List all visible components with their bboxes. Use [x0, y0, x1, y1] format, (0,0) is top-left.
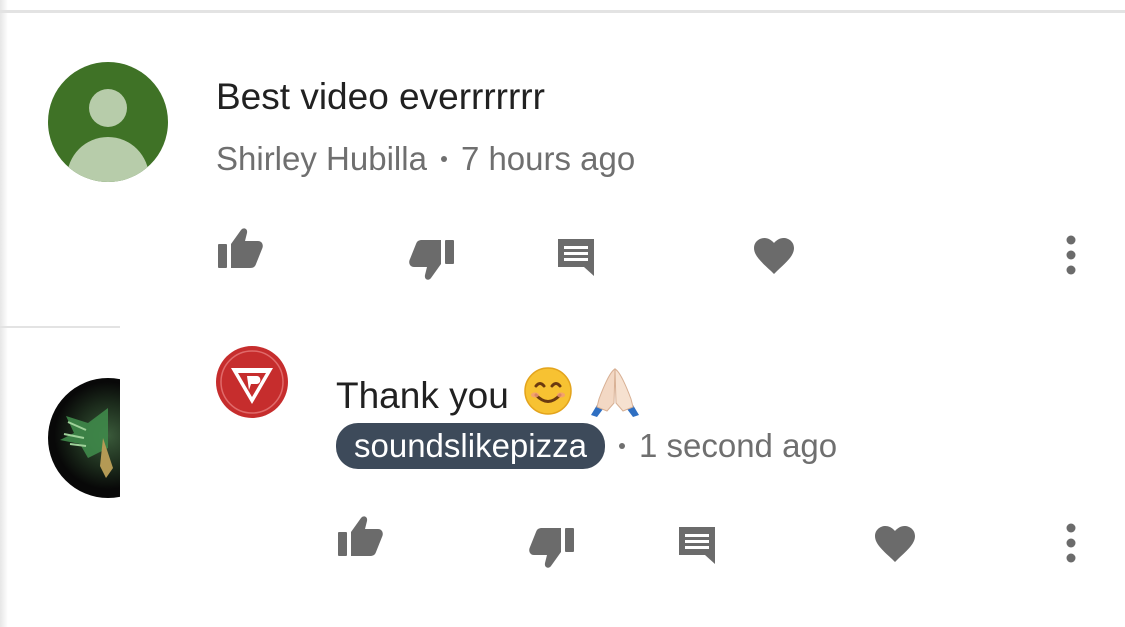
comment-author[interactable]: Shirley Hubilla [216, 140, 427, 178]
separator-dot [440, 156, 447, 162]
comment-time: 7 hours ago [460, 140, 636, 177]
thumbs-down-icon[interactable] [408, 238, 456, 282]
reply-icon[interactable] [676, 524, 718, 566]
folded-hands-emoji [587, 365, 643, 426]
thread-divider [0, 326, 120, 328]
creator-author-badge[interactable]: soundslikepizza [336, 423, 605, 469]
thread-user-avatar[interactable] [48, 378, 120, 498]
avatar-head-shape [89, 89, 127, 127]
reply-time: 1 second ago [638, 427, 838, 464]
top-divider [0, 10, 1125, 13]
thumbs-up-icon[interactable] [216, 226, 264, 270]
more-vert-icon[interactable] [1064, 235, 1078, 275]
heart-icon[interactable] [873, 524, 917, 564]
commenter-avatar[interactable] [48, 62, 168, 182]
thumbs-down-icon[interactable] [528, 526, 576, 570]
comment-text: Best video everrrrrrr [216, 76, 545, 117]
reply-icon[interactable] [555, 236, 597, 278]
reply-text: Thank you [336, 374, 509, 416]
reply-meta: soundslikepizza 1 second ago [336, 423, 837, 469]
heart-icon[interactable] [752, 236, 796, 276]
comment-meta: Shirley Hubilla 7 hours ago [216, 140, 635, 178]
left-edge-shadow [0, 0, 8, 627]
thumbs-up-icon[interactable] [336, 514, 384, 558]
smiling-face-emoji [523, 366, 573, 425]
eagle-emblem-icon [48, 378, 120, 498]
avatar-body-shape [67, 137, 149, 182]
reply-text-row: Thank you [336, 365, 643, 426]
more-vert-icon[interactable] [1064, 523, 1078, 563]
pizza-logo-icon[interactable] [216, 346, 288, 418]
separator-dot [618, 443, 625, 449]
